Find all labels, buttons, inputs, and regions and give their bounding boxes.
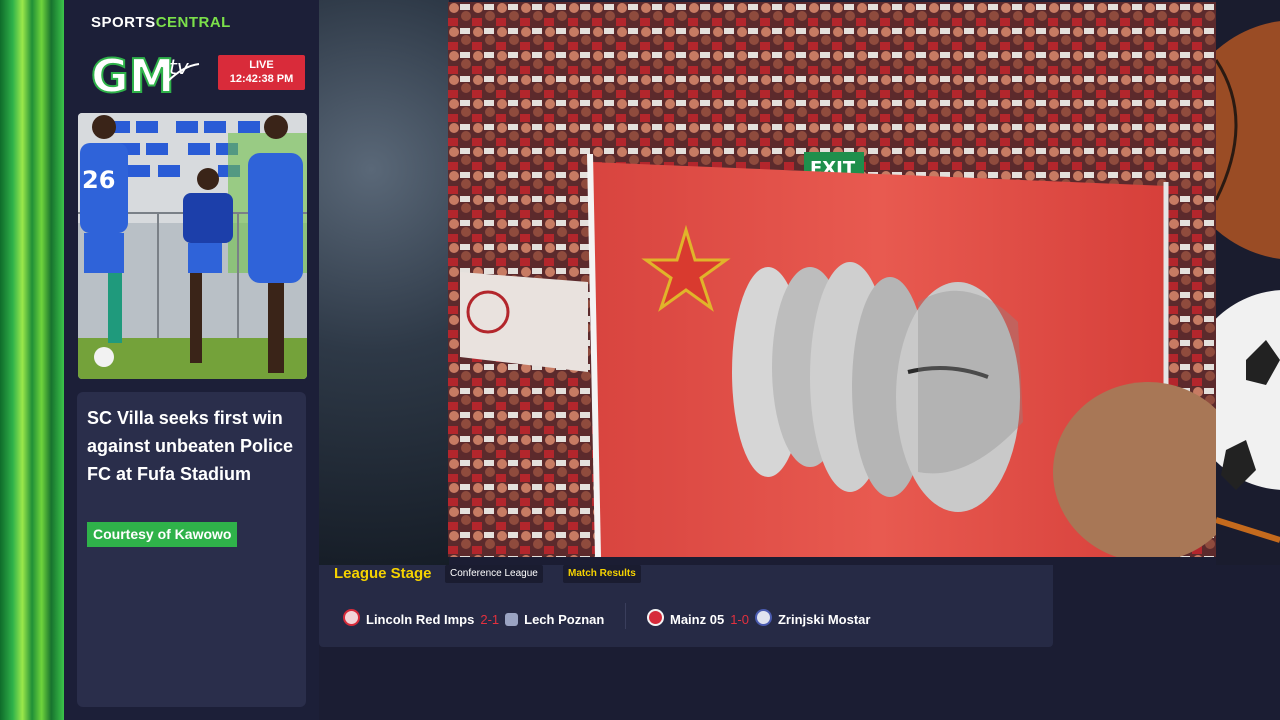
brand-name-part2: CENTRAL: [155, 14, 231, 31]
home-team: Lincoln Red Imps: [366, 612, 475, 627]
brand-name: SPORTSCENTRAL: [91, 14, 231, 31]
live-label: LIVE: [249, 59, 274, 71]
team-crest-icon: [505, 613, 519, 626]
home-team: Mainz 05: [670, 612, 725, 627]
portrait-faces: [732, 262, 1023, 512]
brand-name-part1: SPORTS: [91, 14, 156, 31]
team-crest-icon: [754, 609, 772, 626]
team-crest-icon: [647, 609, 664, 626]
league-stage-title: League Stage: [334, 565, 432, 582]
article-photo[interactable]: 26: [78, 113, 307, 379]
video-player[interactable]: EXIT: [448, 2, 1216, 557]
logo-letters: GM: [91, 49, 175, 98]
match-result[interactable]: Mainz 05 1-0 Zrinjski Mostar: [647, 609, 871, 627]
match-score: 1-0: [730, 612, 749, 627]
match-results-tag[interactable]: Match Results: [563, 565, 641, 583]
article-credit-badge: Courtesy of Kawowo: [87, 522, 238, 547]
team-crest-icon: [343, 609, 360, 626]
match-result[interactable]: Lincoln Red Imps 2-1 Lech Poznan: [343, 609, 605, 627]
background-texture: [319, 0, 449, 565]
divider: [625, 603, 626, 629]
live-badge: LIVE 12:42:38 PM: [218, 55, 305, 90]
competition-tag[interactable]: Conference League: [445, 565, 543, 583]
match-score: 2-1: [480, 612, 500, 627]
article-card[interactable]: SC Villa seeks first win against unbeate…: [77, 392, 306, 707]
scores-section: League Stage Conference League Match Res…: [319, 565, 1280, 720]
jersey-number: 26: [82, 166, 115, 194]
away-team: Zrinjski Mostar: [777, 612, 871, 627]
channel-logo: GM tv: [91, 48, 200, 98]
sports-balls-decoration: [1216, 0, 1280, 565]
article-headline[interactable]: SC Villa seeks first win against unbeate…: [87, 404, 297, 488]
away-team: Lech Poznan: [524, 612, 605, 627]
fan-banner: [460, 272, 588, 372]
brand-stripe: [0, 0, 64, 720]
live-clock: 12:42:38 PM: [229, 73, 294, 85]
sidebar: SPORTSCENTRAL GM tv LIVE 12:42:38 PM 26 …: [64, 0, 319, 720]
score-ticker: League Stage Conference League Match Res…: [319, 565, 1053, 647]
